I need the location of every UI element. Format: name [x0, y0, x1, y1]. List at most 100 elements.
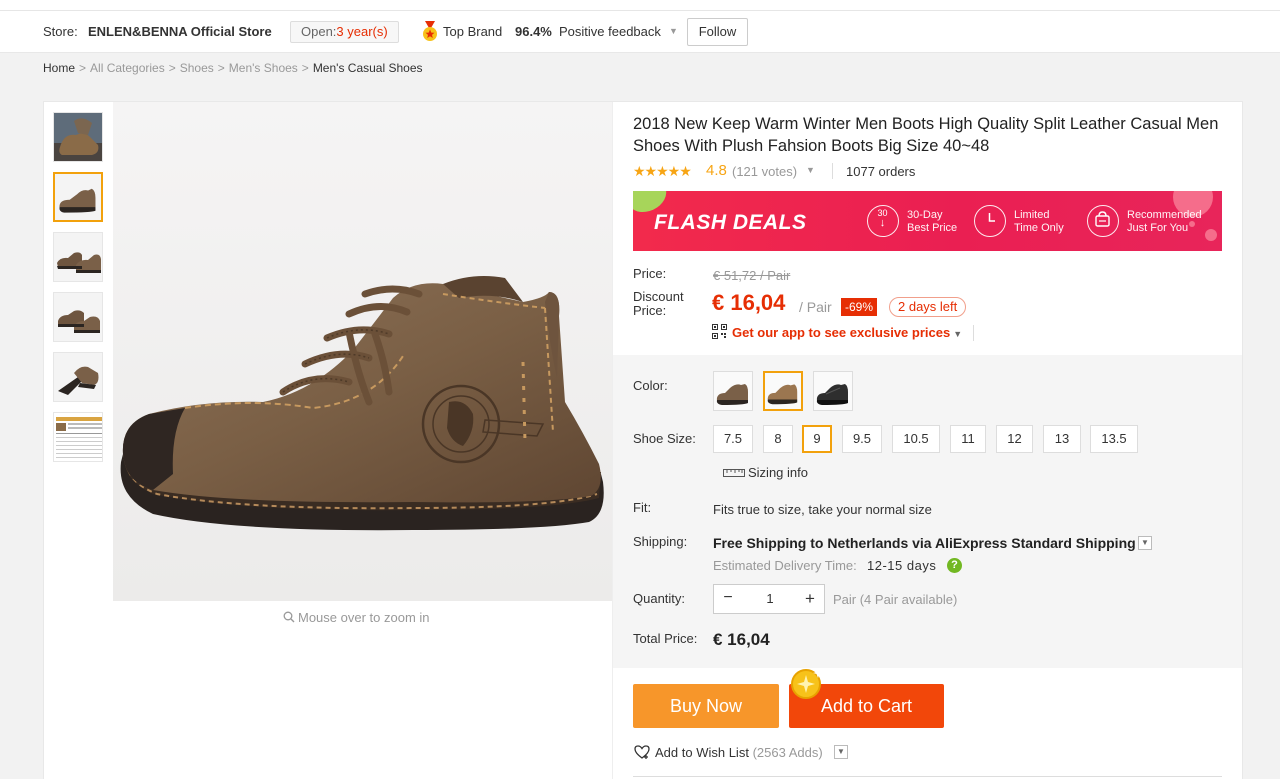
votes-link[interactable]: (121 votes) — [732, 164, 797, 179]
fit-label: Fit: — [633, 500, 652, 515]
size-option-9-5[interactable]: 9.5 — [842, 425, 882, 453]
shipping-label: Shipping: — [633, 534, 688, 549]
app-promo-text: Get our app to see exclusive prices — [732, 325, 951, 340]
app-promo-link[interactable]: Get our app to see exclusive prices ▼ — [712, 324, 962, 340]
wish-list-dropdown-icon[interactable]: ▼ — [834, 745, 848, 759]
thumbnail-5[interactable] — [53, 352, 103, 402]
sizing-info-text: Sizing info — [748, 465, 808, 480]
breadcrumb: Home > All Categories > Shoes > Men's Shoes > Me… — [43, 61, 423, 75]
original-price: € 51,72 / Pair — [713, 268, 791, 283]
feature-limited-line2: Time Only — [1014, 222, 1064, 234]
quantity-stepper: − 1 + — [713, 584, 825, 614]
feature-recommended-line2: Just For You — [1127, 222, 1189, 234]
breadcrumb-mens-shoes[interactable]: Men's Shoes — [229, 61, 298, 75]
thumbnail-6-size-chart[interactable] — [53, 412, 103, 462]
size-option-13-5[interactable]: 13.5 — [1090, 425, 1138, 453]
buy-now-button[interactable]: Buy Now — [633, 684, 779, 728]
shoe-size-label: Shoe Size: — [633, 431, 696, 446]
open-years: 3 year(s) — [336, 24, 388, 39]
store-label: Store: — [43, 24, 78, 39]
magnifier-icon — [283, 611, 295, 623]
section-divider — [633, 776, 1222, 777]
eta-value: 12-15 days — [867, 558, 937, 573]
thumbnail-2[interactable] — [53, 172, 103, 222]
recommended-icon — [1087, 205, 1119, 237]
availability-text: Pair (4 Pair available) — [833, 592, 958, 607]
breadcrumb-separator: > — [79, 61, 87, 75]
store-open-badge: Open:3 year(s) — [290, 21, 399, 43]
thumbnail-4[interactable] — [53, 292, 103, 342]
quantity-input[interactable]: 1 — [742, 585, 798, 613]
breadcrumb-home[interactable]: Home — [43, 61, 75, 75]
ruler-icon — [723, 469, 745, 477]
clock-icon — [974, 205, 1006, 237]
size-option-10-5[interactable]: 10.5 — [892, 425, 940, 453]
breadcrumb-separator: > — [168, 61, 176, 75]
flash-deals-title: FLASH DEALS — [654, 211, 807, 234]
rating-divider — [832, 163, 833, 179]
orders-count: 1077 orders — [846, 164, 916, 179]
size-option-7-5[interactable]: 7.5 — [713, 425, 753, 453]
rating-value: 4.8 — [706, 162, 727, 179]
flash-deals-banner[interactable]: FLASH DEALS 30 ↓ 30-Day Best Price Limit… — [633, 191, 1222, 251]
positive-feedback-dropdown[interactable]: Positive feedback — [559, 24, 661, 39]
size-option-11[interactable]: 11 — [950, 425, 986, 453]
total-price-label: Total Price: — [633, 631, 698, 646]
color-option-khaki[interactable] — [713, 371, 753, 411]
size-option-9[interactable]: 9 — [802, 425, 832, 453]
qr-code-icon — [712, 324, 727, 339]
shipping-method[interactable]: Free Shipping to Netherlands via AliExpr… — [713, 535, 1136, 551]
price-label: Price: — [633, 266, 667, 281]
chevron-down-icon[interactable]: ▼ — [806, 165, 815, 175]
top-brand-label: Top Brand — [443, 24, 503, 39]
breadcrumb-all-categories[interactable]: All Categories — [90, 61, 165, 75]
fit-value: Fits true to size, take your normal size — [713, 502, 932, 517]
breadcrumb-current[interactable]: Men's Casual Shoes — [313, 61, 423, 75]
color-option-black[interactable] — [813, 371, 853, 411]
decor-dot — [1205, 229, 1217, 241]
discount-price: € 16,04 — [712, 290, 786, 315]
follow-button[interactable]: Follow — [687, 18, 748, 46]
top-edge — [0, 0, 1280, 11]
eta-label: Estimated Delivery Time: — [713, 558, 857, 573]
help-icon[interactable]: ? — [947, 558, 962, 573]
store-bar: Store: ENLEN&BENNA Official Store Open:3… — [0, 11, 1280, 53]
color-label: Color: — [633, 378, 668, 393]
sizing-info-link[interactable]: Sizing info — [723, 465, 808, 480]
days-left-badge: 2 days left — [889, 297, 967, 317]
30-day-best-price-icon: 30 ↓ — [867, 205, 899, 237]
quantity-label: Quantity: — [633, 591, 686, 606]
size-option-13[interactable]: 13 — [1043, 425, 1081, 453]
shipping-dropdown-icon[interactable]: ▼ — [1138, 536, 1152, 550]
boot-illustration — [113, 102, 612, 601]
app-promo-divider — [973, 325, 974, 341]
arrow-down-glyph: ↓ — [879, 217, 886, 229]
discount-price-label: Discount Price: — [633, 289, 684, 318]
feature-limited-line1: Limited — [1014, 209, 1050, 221]
chevron-down-icon[interactable]: ▼ — [669, 26, 678, 36]
store-name-link[interactable]: ENLEN&BENNA Official Store — [88, 24, 272, 39]
feature-30-day-line1: 30-Day — [907, 209, 943, 221]
feature-30-day: 30-Day Best Price — [907, 209, 957, 235]
quantity-decrease-button[interactable]: − — [714, 585, 742, 613]
feature-30-day-line2: Best Price — [907, 222, 958, 234]
caret-down-icon: ▼ — [953, 329, 963, 339]
size-option-8[interactable]: 8 — [763, 425, 793, 453]
product-title: 2018 New Keep Warm Winter Men Boots High… — [633, 115, 1219, 155]
wish-list-count: (2563 Adds) — [752, 745, 823, 760]
main-product-image[interactable] — [113, 102, 612, 601]
add-to-wish-list-link[interactable]: Add to Wish List (2563 Adds) — [633, 744, 823, 760]
feature-recommended-line1: Recommended — [1127, 209, 1202, 221]
size-option-12[interactable]: 12 — [996, 425, 1033, 453]
color-option-light-brown[interactable] — [763, 371, 803, 411]
quantity-increase-button[interactable]: + — [796, 585, 824, 613]
breadcrumb-shoes[interactable]: Shoes — [180, 61, 214, 75]
thumbnail-1[interactable] — [53, 112, 103, 162]
breadcrumb-separator: > — [217, 61, 225, 75]
per-pair-unit: / Pair — [799, 299, 832, 315]
thumbnail-3[interactable] — [53, 232, 103, 282]
total-price: € 16,04 — [713, 630, 770, 649]
discount-percent-badge: -69% — [841, 298, 878, 316]
zoom-hint-text: Mouse over to zoom in — [298, 610, 430, 625]
heart-icon — [634, 745, 650, 759]
